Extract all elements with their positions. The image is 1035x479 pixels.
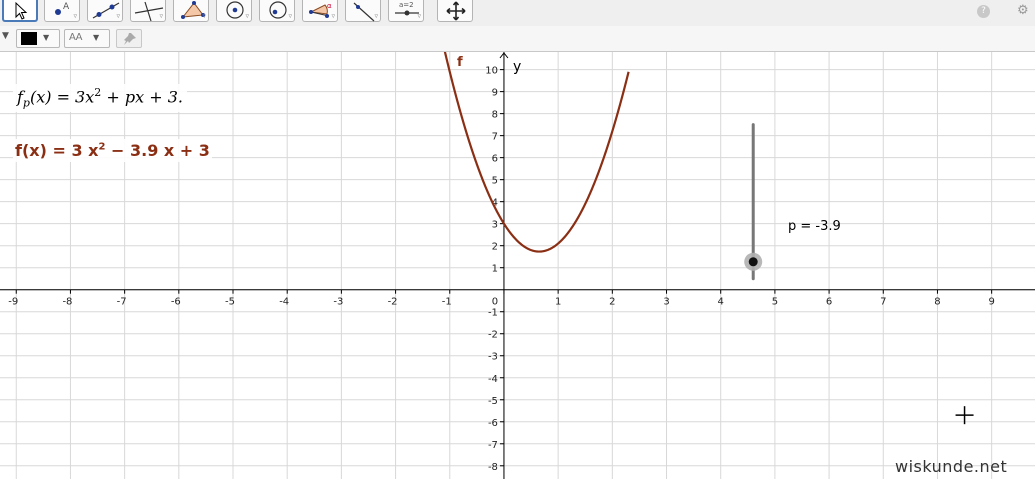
y-tick-label: 1 — [492, 264, 498, 275]
x-tick-label: 0 — [492, 297, 498, 308]
angle-tool-button[interactable]: α ▿ — [302, 0, 338, 22]
y-tick-label: 7 — [492, 132, 498, 143]
y-tick-label: -5 — [488, 396, 498, 407]
reflect-tool-button[interactable]: ▿ — [345, 0, 381, 22]
svg-text:A: A — [63, 2, 70, 12]
y-tick-label: -7 — [488, 440, 498, 451]
function-name-label: f — [457, 55, 463, 70]
watermark: wiskunde.net — [895, 457, 1008, 476]
x-tick-label: 7 — [880, 297, 886, 308]
slider-tool-button[interactable]: a=2 ▿ — [388, 0, 424, 22]
y-tick-label: -2 — [488, 330, 498, 341]
polygon-tool-button[interactable]: ▿ — [173, 0, 209, 22]
y-tick-label: 10 — [485, 66, 498, 77]
svg-text:a=2: a=2 — [399, 1, 414, 9]
axes — [0, 52, 1035, 479]
help-icon[interactable]: ? — [977, 5, 990, 18]
slider-knob — [748, 257, 758, 267]
text-style-button[interactable]: AA ▼ — [64, 29, 110, 48]
y-tick-label: -8 — [488, 462, 498, 473]
x-tick-label: 1 — [555, 297, 561, 308]
text-style-label: AA — [69, 32, 82, 43]
point-tool-button[interactable]: A ▿ — [44, 0, 80, 22]
color-swatch — [21, 32, 37, 45]
pin-button[interactable] — [116, 29, 142, 48]
formula-part: (x) = 3x — [29, 87, 95, 107]
x-tick-label: 6 — [826, 297, 832, 308]
y-tick-label: 9 — [492, 88, 498, 99]
x-tick-label: -3 — [333, 297, 343, 308]
x-tick-label: -6 — [171, 297, 181, 308]
y-tick-label: -3 — [488, 352, 498, 363]
y-axis-label: y — [513, 59, 522, 75]
perpendicular-tool-button[interactable]: ▿ — [130, 0, 166, 22]
formula-text[interactable]: fp(x) = 3x2 + px + 3. — [13, 84, 187, 112]
x-tick-label: 8 — [934, 297, 940, 308]
slider-value-label: p = -3.9 — [788, 219, 841, 234]
function-curve[interactable] — [435, 52, 630, 253]
x-tick-label: -2 — [388, 297, 398, 308]
y-tick-label: 5 — [492, 176, 498, 187]
graphics-view[interactable]: -9 -8 -7 -6 -5 -4 -3 -2 -1 0 1 2 3 4 5 6 7 8 9-8-7-6-5-4-3… — [0, 52, 1035, 479]
formula-subscript: p — [22, 96, 30, 110]
stylebar-toggle-icon[interactable]: ▼ — [2, 31, 9, 41]
y-tick-label: 8 — [492, 110, 498, 121]
move-arrows-icon — [446, 1, 466, 21]
x-tick-label: 2 — [609, 297, 615, 308]
line-tool-button[interactable]: ▿ — [87, 0, 123, 22]
svg-text:α: α — [327, 2, 332, 10]
grid — [0, 52, 1035, 479]
chevron-down-icon: ▼ — [43, 33, 50, 42]
y-tick-label: -4 — [488, 374, 498, 385]
x-tick-label: 3 — [663, 297, 669, 308]
y-tick-label: -6 — [488, 418, 498, 429]
color-button[interactable]: ▼ — [16, 29, 60, 48]
x-tick-label: -4 — [279, 297, 289, 308]
x-tick-label: -7 — [117, 297, 127, 308]
gear-icon[interactable]: ⚙ — [1017, 3, 1029, 18]
cursor-arrow-icon — [15, 1, 28, 20]
y-tick-label: 2 — [492, 242, 498, 253]
circle-tool-button[interactable]: ▿ — [216, 0, 252, 22]
formula-rest: + px + 3. — [101, 87, 183, 107]
style-bar: ▼ ▼ AA ▼ — [0, 26, 1035, 52]
function-rest: − 3.9 x + 3 — [105, 141, 210, 160]
move-graphics-tool-button[interactable] — [437, 0, 473, 22]
x-tick-label: -8 — [62, 297, 72, 308]
y-tick-label: 6 — [492, 154, 498, 165]
x-tick-label: -1 — [442, 297, 452, 308]
y-tick-label: 3 — [492, 220, 498, 231]
function-definition[interactable]: f(x) = 3 x2 − 3.9 x + 3 — [13, 139, 212, 162]
x-tick-label: -5 — [225, 297, 235, 308]
pin-icon — [124, 33, 136, 45]
x-tick-label: 9 — [988, 297, 994, 308]
circle-three-points-tool-button[interactable]: ▿ — [259, 0, 295, 22]
chevron-down-icon: ▼ — [93, 33, 100, 42]
x-tick-label: 4 — [718, 297, 724, 308]
toolbar: A ▿ ▿ ▿ ▿ ▿ ▿ α ▿ ▿ a=2 ▿ ? ⚙ — [0, 0, 1035, 27]
move-tool-button[interactable] — [2, 0, 38, 22]
function-lhs: f(x) = 3 x — [15, 141, 99, 160]
x-tick-label: 5 — [772, 297, 778, 308]
y-tick-label: -1 — [488, 308, 498, 319]
tick-labels: -9 -8 -7 -6 -5 -4 -3 -2 -1 0 1 2 3 4 5 6 7 8 9-8-7-6-5-4-3… — [8, 66, 995, 473]
x-tick-label: -9 — [8, 297, 18, 308]
